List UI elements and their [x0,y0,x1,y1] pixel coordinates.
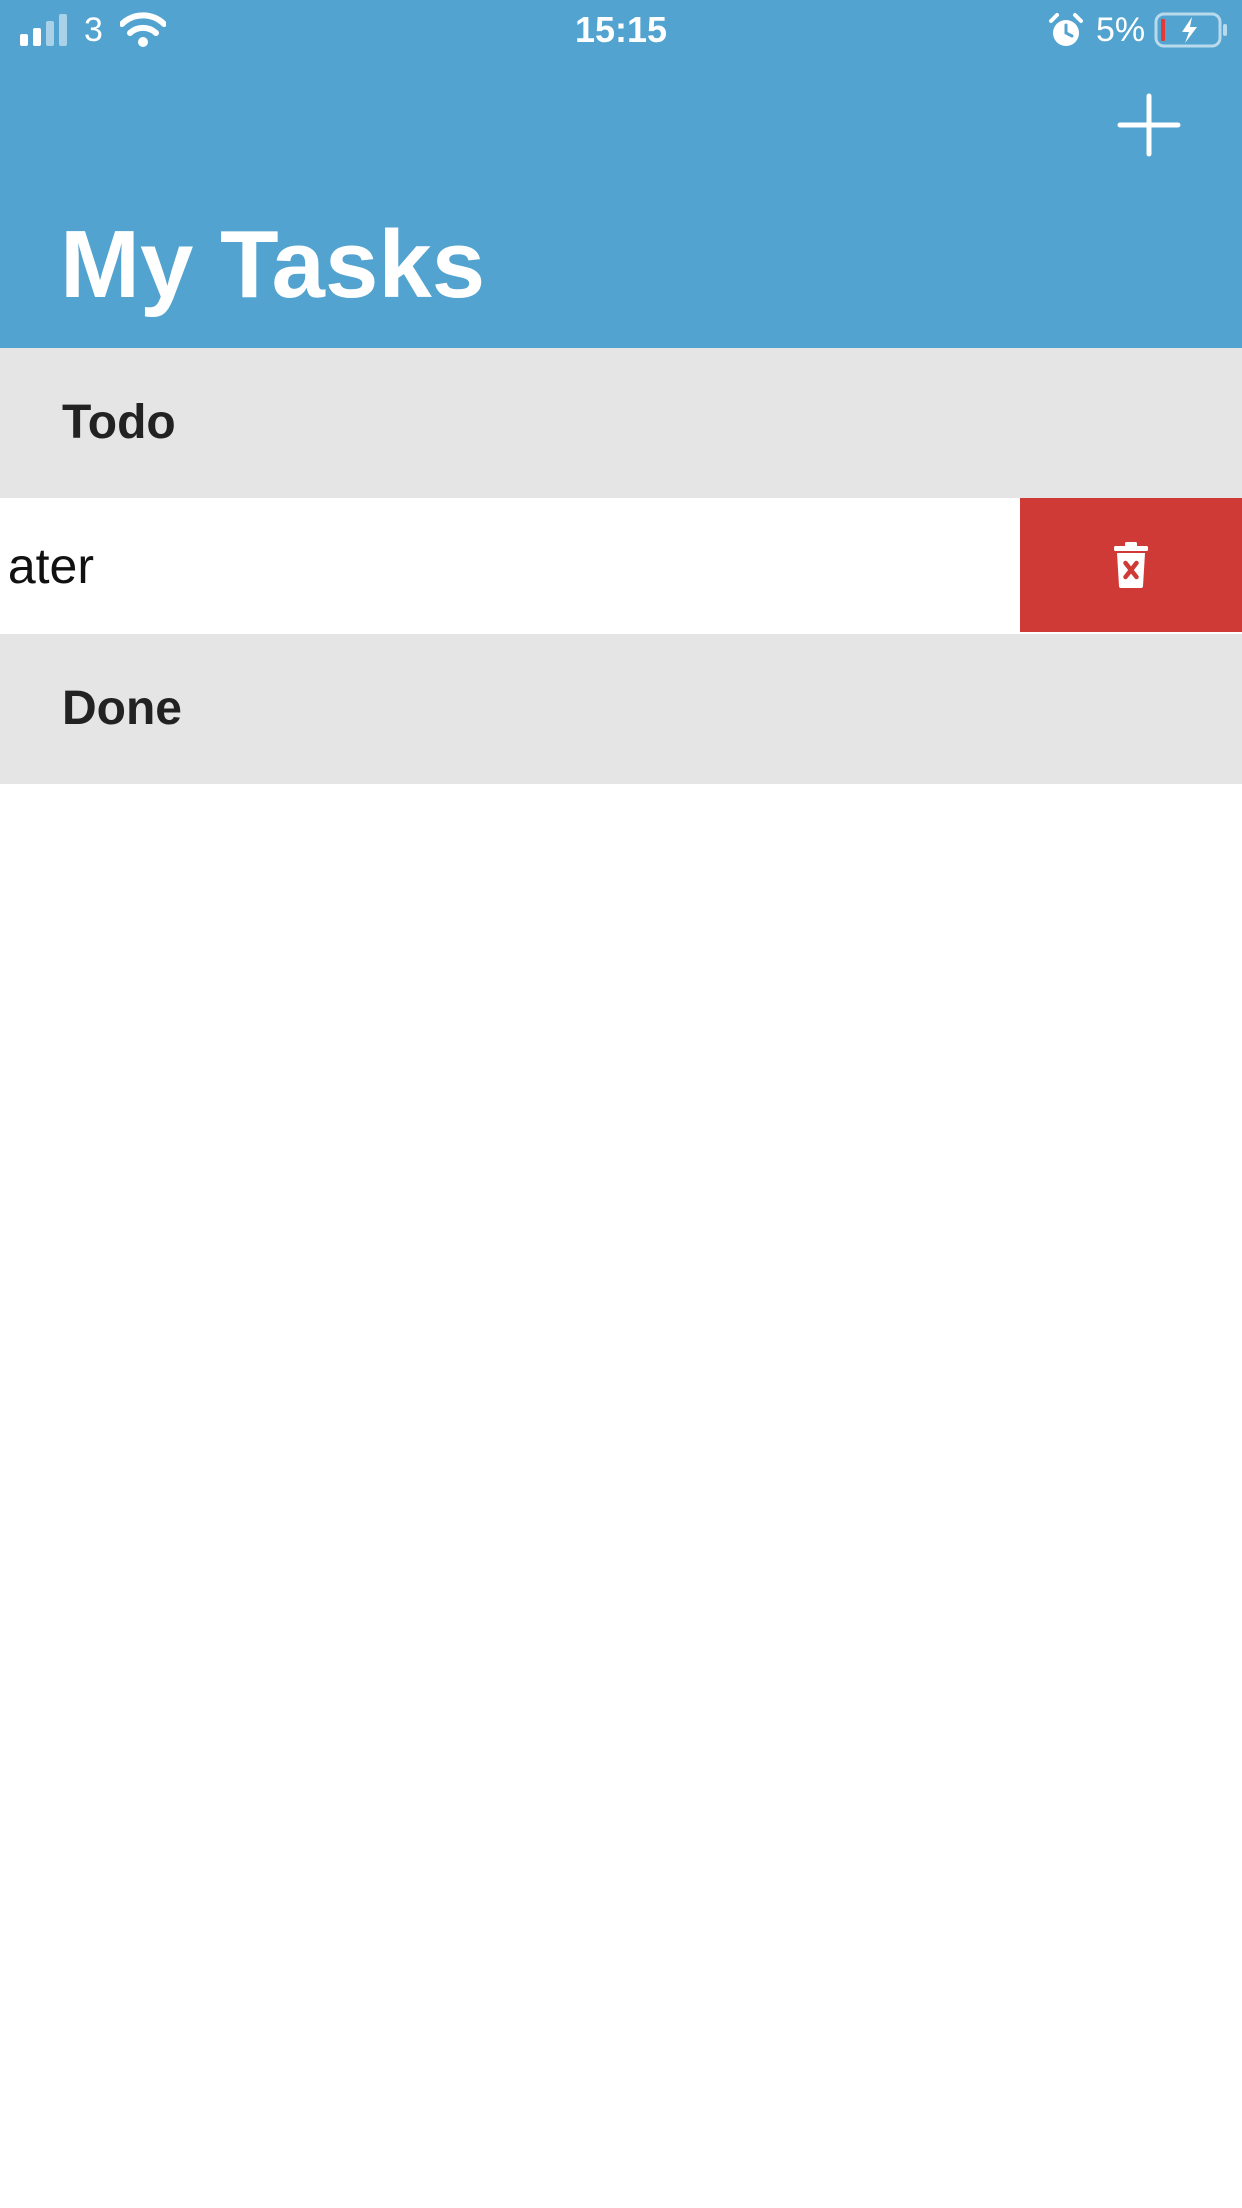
section-header-done: Done [0,634,1242,784]
section-label-done: Done [62,682,182,735]
alarm-icon [1049,13,1083,46]
app-header: 3 15:15 5% My Tasks [0,0,1242,348]
plus-icon [1117,93,1181,157]
task-label: ater [7,538,94,594]
section-label-todo: Todo [62,396,176,449]
add-task-button[interactable] [1114,90,1184,160]
status-bar: 3 15:15 5% [0,0,1242,62]
task-list-item[interactable]: ater [0,498,1242,634]
page-title: My Tasks [60,211,486,318]
battery-percent: 5% [1096,11,1146,49]
battery-charging-icon [1154,12,1227,48]
section-header-todo: Todo [0,348,1242,498]
delete-task-button[interactable] [1020,498,1242,632]
trash-x-icon [1114,542,1148,588]
